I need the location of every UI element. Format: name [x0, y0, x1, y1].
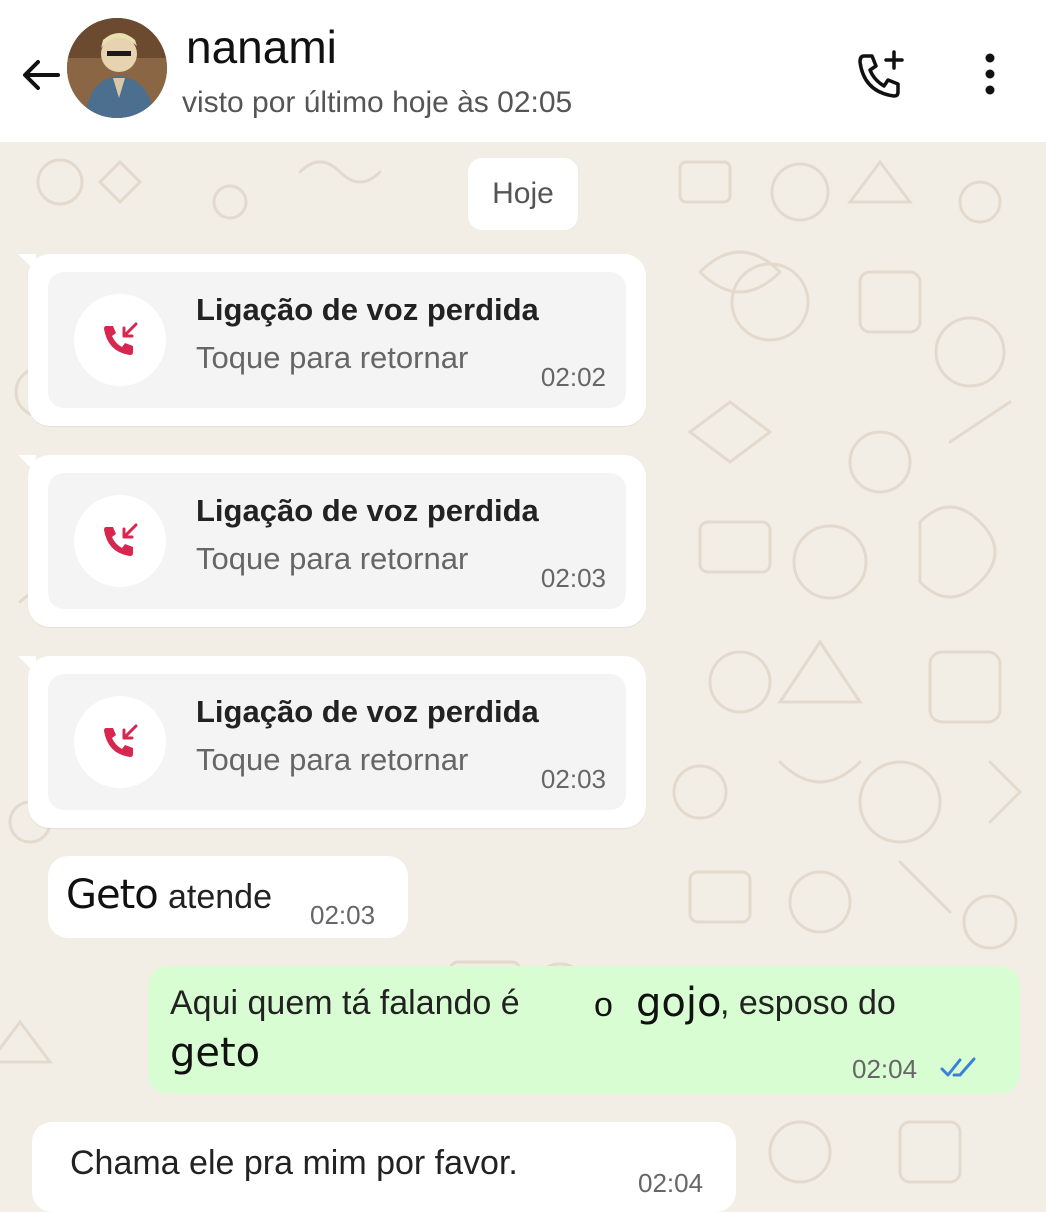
missed-call-icon-circle — [74, 294, 166, 386]
call-subtitle: Toque para retornar — [196, 340, 469, 375]
chat-header: nanami visto por último hoje às 02:05 — [0, 0, 1046, 142]
missed-call-icon — [104, 724, 138, 757]
missed-call-card[interactable]: Ligação de voz perdida Toque para retorn… — [48, 674, 626, 810]
avatar[interactable] — [67, 18, 167, 118]
last-seen-status: visto por último hoje às 02:05 — [182, 86, 573, 119]
call-time: 02:03 — [540, 764, 606, 794]
message-word: gojo — [636, 980, 722, 1026]
call-title: Ligação de voz perdida — [196, 292, 539, 327]
bubble-tail — [18, 455, 36, 473]
call-subtitle: Toque para retornar — [196, 541, 469, 576]
missed-call-bubble: Ligação de voz perdida Toque para retorn… — [18, 656, 646, 828]
message-text: Chama ele pra mim por favor. — [70, 1144, 518, 1182]
call-time: 02:03 — [540, 563, 606, 593]
add-call-icon[interactable] — [854, 48, 910, 104]
call-time: 02:02 — [540, 362, 606, 392]
message-word: atende — [168, 878, 272, 916]
more-vert-icon[interactable] — [972, 52, 1008, 98]
message-text: , esposo do — [720, 984, 896, 1022]
contact-name[interactable]: nanami — [186, 20, 337, 74]
missed-call-icon — [104, 322, 138, 355]
date-chip: Hoje — [468, 158, 578, 230]
outgoing-message-bubble[interactable]: Aqui quem tá falando é o gojo , esposo d… — [148, 966, 1020, 1094]
missed-call-icon-circle — [74, 696, 166, 788]
call-subtitle: Toque para retornar — [196, 742, 469, 777]
message-time: 02:04 — [638, 1168, 704, 1198]
bubble-tail — [18, 254, 36, 272]
missed-call-icon — [104, 523, 138, 556]
bubble-tail — [18, 656, 36, 674]
missed-call-bubble: Ligação de voz perdida Toque para retorn… — [18, 455, 646, 627]
incoming-message-bubble[interactable]: Chama ele pra mim por favor. 02:04 — [32, 1122, 736, 1212]
missed-call-card[interactable]: Ligação de voz perdida Toque para retorn… — [48, 473, 626, 609]
message-word: o — [594, 986, 613, 1024]
message-time: 02:03 — [310, 900, 376, 930]
incoming-message-bubble[interactable]: Geto atende 02:03 — [48, 856, 408, 938]
missed-call-card[interactable]: Ligação de voz perdida Toque para retorn… — [48, 272, 626, 408]
back-arrow-icon[interactable] — [18, 52, 64, 98]
message-time: 02:04 — [852, 1054, 918, 1084]
message-word: geto — [170, 1030, 261, 1076]
missed-call-icon-circle — [74, 495, 166, 587]
call-title: Ligação de voz perdida — [196, 493, 539, 528]
call-title: Ligação de voz perdida — [196, 694, 539, 729]
double-check-read-icon — [940, 1057, 976, 1077]
message-text: Aqui quem tá falando é — [170, 984, 520, 1022]
missed-call-bubble: Ligação de voz perdida Toque para retorn… — [18, 254, 646, 426]
message-word: Geto — [66, 872, 159, 918]
